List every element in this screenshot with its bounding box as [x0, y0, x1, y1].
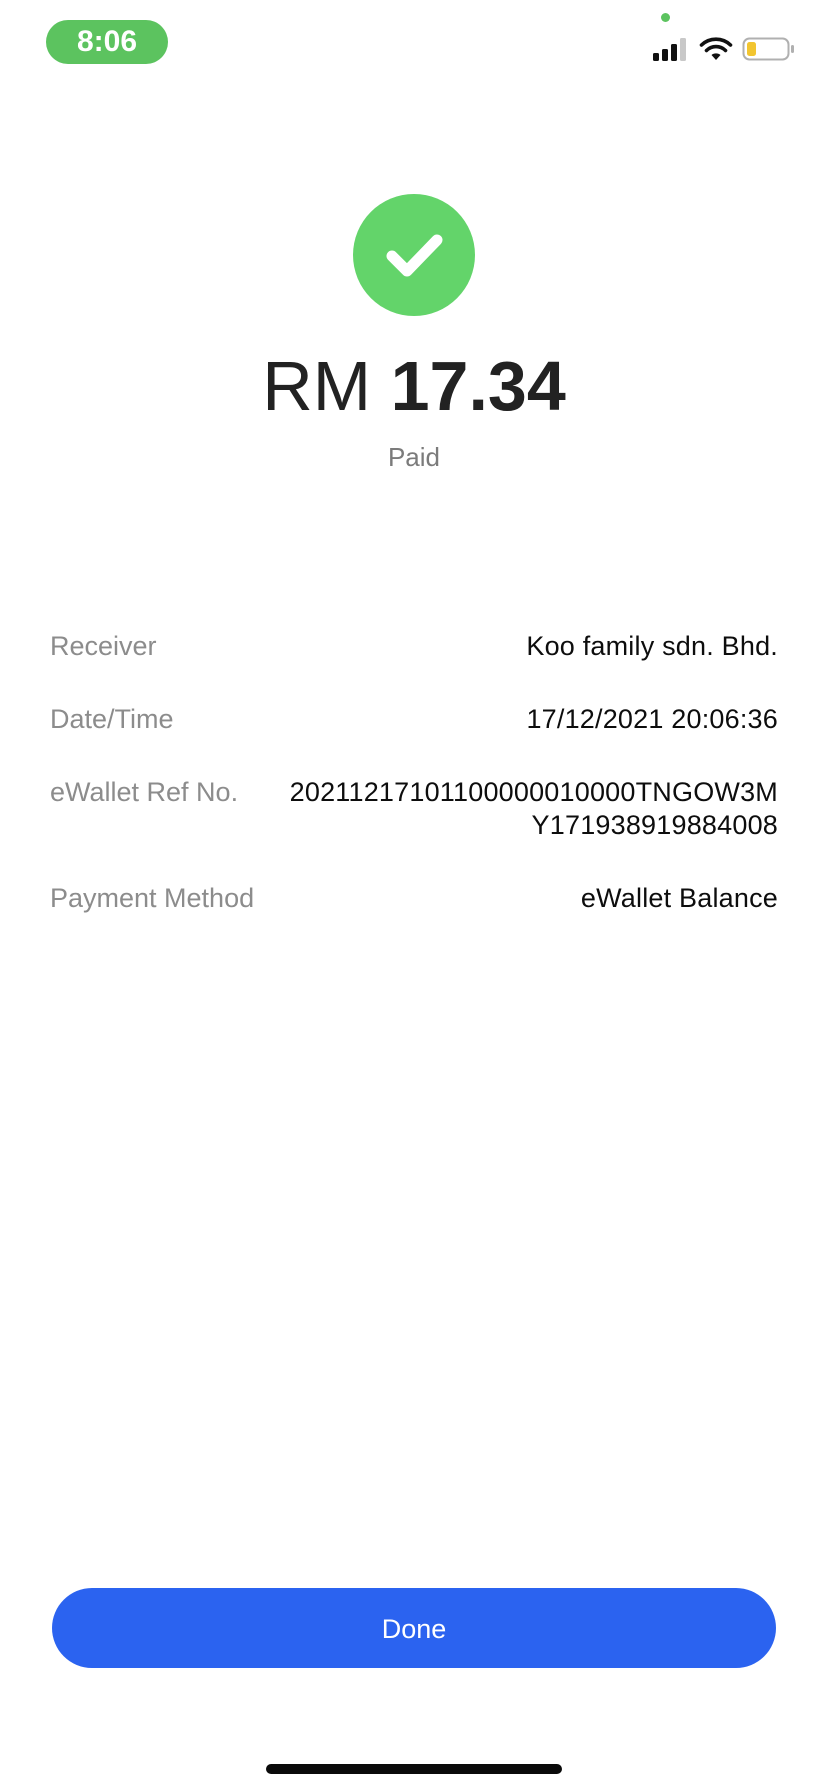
- ref-value: 20211217101100000010000TNGOW3MY171938919…: [289, 777, 778, 840]
- privacy-indicator-dot: [661, 13, 670, 22]
- method-label: Payment Method: [50, 883, 255, 913]
- status-bar: 8:06: [0, 0, 828, 90]
- datetime-value: 17/12/2021 20:06:36: [526, 704, 778, 734]
- home-indicator[interactable]: [266, 1764, 562, 1774]
- detail-row-method: Payment Method eWallet Balance: [50, 882, 778, 915]
- datetime-label: Date/Time: [50, 704, 174, 734]
- payment-amount: RM 17.34: [0, 346, 828, 426]
- status-time[interactable]: 8:06: [46, 20, 168, 64]
- ref-label: eWallet Ref No.: [50, 777, 239, 807]
- wifi-icon: [699, 37, 733, 60]
- battery-icon: [742, 37, 794, 61]
- receiver-label: Receiver: [50, 631, 157, 661]
- done-button[interactable]: Done: [52, 1588, 776, 1668]
- check-circle-icon: [353, 194, 475, 316]
- detail-row-ref: eWallet Ref No. 20211217101100000010000T…: [50, 776, 778, 842]
- amount-value: 17.34: [390, 347, 566, 425]
- detail-row-receiver: Receiver Koo family sdn. Bhd.: [50, 630, 778, 663]
- cellular-signal-icon: [653, 38, 686, 61]
- method-value: eWallet Balance: [580, 883, 778, 913]
- payment-status: Paid: [387, 442, 441, 472]
- currency-code: RM: [262, 347, 372, 425]
- transaction-details: Receiver Koo family sdn. Bhd. Date/Time …: [50, 630, 778, 955]
- detail-row-datetime: Date/Time 17/12/2021 20:06:36: [50, 703, 778, 736]
- receiver-value: Koo family sdn. Bhd.: [526, 631, 778, 661]
